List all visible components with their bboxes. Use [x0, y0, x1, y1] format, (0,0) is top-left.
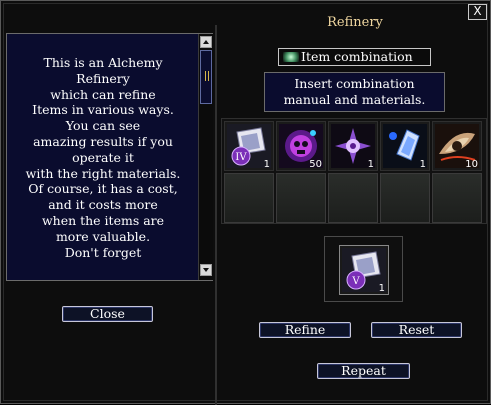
description-line: This is an Alchemy — [43, 55, 163, 70]
material-slot[interactable]: 50 — [276, 121, 326, 171]
material-count: 1 — [263, 159, 270, 170]
description-line: Refinery — [76, 70, 130, 86]
item-combination-mode[interactable]: Item combination — [278, 48, 431, 66]
material-count: 1 — [419, 159, 426, 170]
description-line: amazing results if you — [33, 133, 173, 149]
description-scrollbar[interactable] — [198, 34, 213, 280]
empty-material-slot[interactable] — [224, 173, 274, 223]
material-slot[interactable]: 10 — [432, 121, 482, 171]
description-text: This is an Alchemy Refinery which can refi… — [10, 55, 196, 277]
description-line: Items in various ways. — [32, 102, 174, 118]
description-line: operate it — [72, 149, 134, 165]
svg-text:V: V — [351, 276, 360, 287]
instruction-box: Insert combination manual and materials. — [264, 72, 445, 112]
description-line: Don't forget — [64, 244, 142, 260]
refinery-window: Refinery X This is an Alchemy Refinery whi… — [0, 0, 491, 405]
empty-material-slot[interactable] — [328, 173, 378, 223]
result-slot[interactable]: V 1 — [339, 245, 389, 295]
material-count: 50 — [309, 159, 322, 170]
description-line: when the items are — [41, 212, 165, 228]
material-count: 10 — [465, 159, 478, 170]
close-icon[interactable]: X — [468, 4, 487, 20]
description-line: with the right materials. — [25, 165, 181, 181]
scroll-thumb[interactable] — [200, 50, 212, 104]
description-line: and it costs more — [48, 197, 158, 213]
close-button[interactable]: Close — [62, 306, 153, 322]
material-grid: IV 1 50 1 1 10 — [221, 118, 487, 224]
description-line: more valuable. — [55, 228, 151, 244]
description-line: which can refine — [50, 86, 156, 102]
window-title: Refinery — [327, 15, 383, 30]
refine-button[interactable]: Refine — [259, 322, 351, 338]
description-line: You can see — [65, 118, 141, 134]
empty-material-slot[interactable] — [380, 173, 430, 223]
empty-material-slot[interactable] — [276, 173, 326, 223]
material-slot[interactable]: 1 — [328, 121, 378, 171]
svg-text:IV: IV — [235, 152, 247, 163]
material-count: 1 — [367, 159, 374, 170]
material-slot[interactable]: 1 — [380, 121, 430, 171]
result-frame: V 1 — [324, 236, 403, 302]
repeat-button[interactable]: Repeat — [317, 363, 410, 379]
panel-divider — [215, 25, 217, 405]
result-count: 1 — [378, 283, 385, 294]
scroll-up-button[interactable] — [200, 36, 212, 48]
scroll-down-button[interactable] — [200, 264, 212, 276]
material-slot[interactable]: IV 1 — [224, 121, 274, 171]
description-line: Of course, it has a cost, — [28, 181, 178, 197]
description-panel: This is an Alchemy Refinery which can refi… — [6, 33, 213, 281]
reset-button[interactable]: Reset — [371, 322, 462, 338]
empty-material-slot[interactable] — [432, 173, 482, 223]
